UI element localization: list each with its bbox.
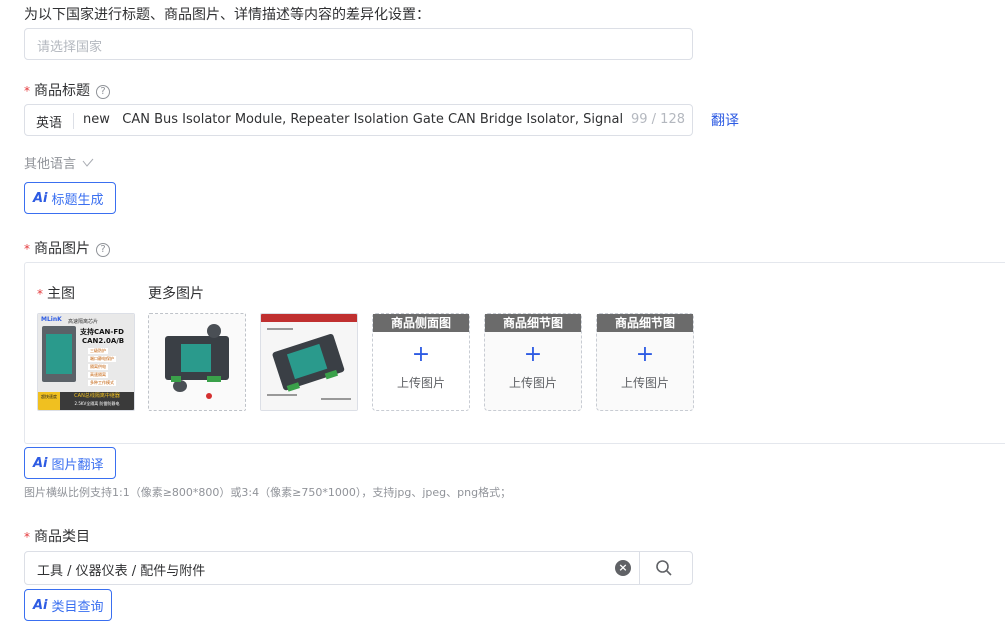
images-label-row: * 商品图片? xyxy=(24,238,110,258)
translate-link[interactable]: 翻译 xyxy=(711,110,739,130)
upload-slot-header: 商品细节图 xyxy=(485,314,581,332)
required-mark: * xyxy=(37,287,43,301)
ai-icon: Ai xyxy=(33,597,48,613)
thumb-line2: CAN2.0A/B xyxy=(82,337,125,345)
thumb-b1: 三级防护 xyxy=(88,348,108,354)
edit-icon xyxy=(82,158,94,167)
device-photo xyxy=(149,314,245,410)
upload-detail-image-1[interactable]: 商品细节图 + 上传图片 xyxy=(484,313,582,411)
upload-slot-text: 上传图片 xyxy=(508,376,557,390)
device-diagram-photo xyxy=(261,314,357,410)
category-label: 商品类目 xyxy=(34,529,90,545)
plus-icon: + xyxy=(411,342,431,367)
ai-icon: Ai xyxy=(33,190,48,206)
images-label: 商品图片 xyxy=(34,241,90,257)
more-image-thumbnail-1[interactable] xyxy=(148,313,246,411)
title-generate-label: 标题生成 xyxy=(51,192,104,208)
title-language-select[interactable]: 英语 xyxy=(36,112,62,131)
title-label: 商品标题 xyxy=(34,83,90,99)
images-panel: * 主图 更多图片 MLinK 高速隔离芯片 支持CAN-FD CAN2.0A/B… xyxy=(24,262,1005,444)
upload-side-image[interactable]: 商品侧面图 + 上传图片 xyxy=(372,313,470,411)
country-select[interactable]: 请选择国家 xyxy=(24,28,693,60)
thumb-b5: 多种工作模式 xyxy=(88,380,116,386)
required-mark: * xyxy=(24,84,30,98)
image-format-hint: 图片横纵比例支持1:1（像素≥800*800）或3:4（像素≥750*1000）… xyxy=(24,486,512,499)
category-query-label: 类目查询 xyxy=(51,599,104,615)
thumb-b3: 隔离供电 xyxy=(88,364,108,370)
help-icon[interactable]: ? xyxy=(96,85,110,99)
main-image-label-row: * 主图 xyxy=(37,283,75,303)
thumb-foot-sub: 2.5KV全隔离 防雷防静电 xyxy=(74,401,120,406)
upload-slot-text: 上传图片 xyxy=(620,376,669,390)
search-icon[interactable] xyxy=(655,559,673,581)
thumb-line1: 支持CAN-FD xyxy=(80,328,124,336)
required-mark: * xyxy=(24,242,30,256)
help-icon[interactable]: ? xyxy=(96,243,110,257)
thumb-head: 高速隔离芯片 xyxy=(68,319,99,325)
ai-icon: Ai xyxy=(33,455,48,471)
clear-icon[interactable]: × xyxy=(615,560,631,576)
title-generate-button[interactable]: Ai 标题生成 xyxy=(24,182,116,214)
thumb-foot-right: CAN总线隔离中继器 xyxy=(74,393,120,399)
category-label-row: * 商品类目 xyxy=(24,526,90,546)
upload-slot-header: 商品侧面图 xyxy=(373,314,469,332)
country-section-heading: 为以下国家进行标题、商品图片、详情描述等内容的差异化设置： xyxy=(24,7,430,23)
thumb-foot: CAN总线隔离中继器 2.5KV全隔离 防雷防静电 xyxy=(60,392,134,410)
required-mark: * xyxy=(24,530,30,544)
divider xyxy=(639,552,640,584)
other-languages-label: 其他语言 xyxy=(24,157,77,172)
thumb-brand: MLinK xyxy=(41,316,62,323)
title-input-group: 英语 new CAN Bus Isolator Module, Repeater… xyxy=(24,104,693,136)
main-image-thumbnail[interactable]: MLinK 高速隔离芯片 支持CAN-FD CAN2.0A/B 三级防护 端口静… xyxy=(37,313,135,411)
thumb-b2: 端口静电保护 xyxy=(88,356,116,362)
other-languages-toggle[interactable]: 其他语言 xyxy=(24,153,94,172)
main-image-label: 主图 xyxy=(47,286,75,302)
thumb-foot-left: 超快速度 xyxy=(38,392,60,410)
device-body xyxy=(42,326,76,382)
divider xyxy=(73,113,74,129)
plus-icon: + xyxy=(635,342,655,367)
more-images-label: 更多图片 xyxy=(148,286,204,302)
upload-slot-header: 商品细节图 xyxy=(597,314,693,332)
upload-slot-text: 上传图片 xyxy=(396,376,445,390)
more-image-thumbnail-2[interactable] xyxy=(260,313,358,411)
category-query-button[interactable]: Ai 类目查询 xyxy=(24,589,112,621)
thumb-b4: 高速隔离 xyxy=(88,372,108,378)
plus-icon: + xyxy=(523,342,543,367)
title-input[interactable]: new CAN Bus Isolator Module, Repeater Is… xyxy=(83,112,627,127)
image-translate-label: 图片翻译 xyxy=(51,457,104,473)
country-select-placeholder: 请选择国家 xyxy=(37,40,103,55)
upload-detail-image-2[interactable]: 商品细节图 + 上传图片 xyxy=(596,313,694,411)
title-label-row: * 商品标题? xyxy=(24,80,110,100)
image-translate-button[interactable]: Ai 图片翻译 xyxy=(24,447,116,479)
category-input-group: 工具 / 仪器仪表 / 配件与附件 × xyxy=(24,551,693,585)
title-char-count: 99 / 128 xyxy=(631,112,685,127)
category-input[interactable]: 工具 / 仪器仪表 / 配件与附件 xyxy=(37,560,205,579)
